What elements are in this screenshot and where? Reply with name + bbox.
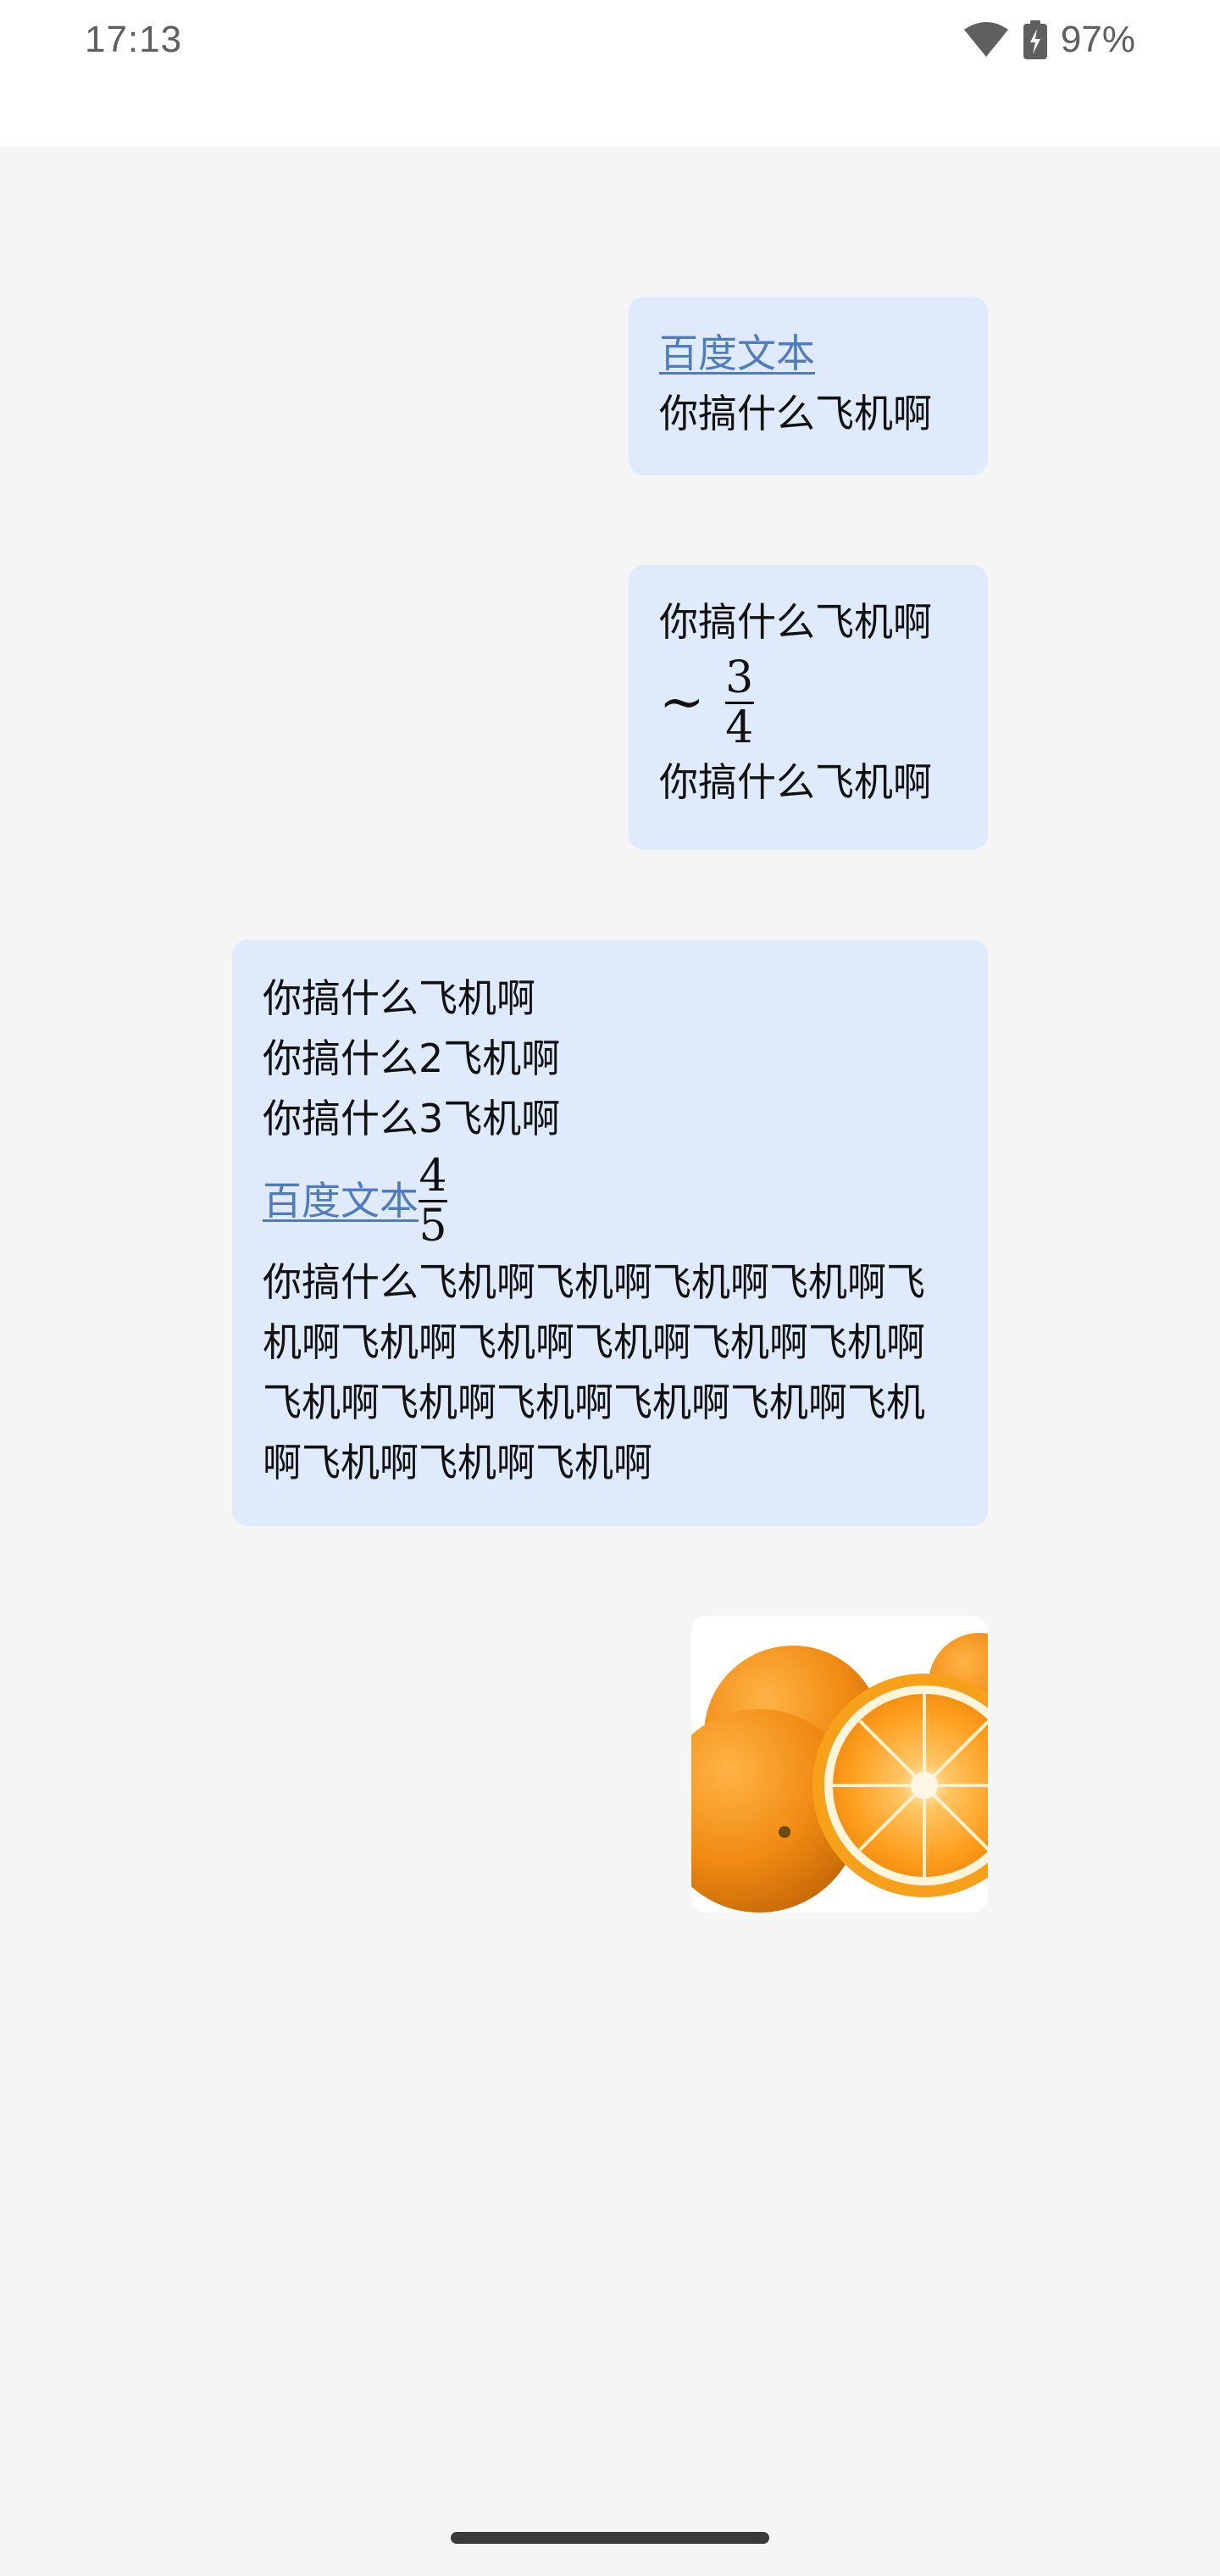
message-bubble[interactable]: 百度文本 你搞什么飞机啊 — [629, 297, 988, 475]
fraction-denominator: 5 — [419, 1200, 447, 1252]
tilde-symbol: ∼ — [659, 671, 705, 734]
home-indicator[interactable] — [451, 2532, 769, 2544]
status-time: 17:13 — [85, 19, 183, 60]
message-text: 你搞什么飞机啊 — [659, 599, 932, 645]
image-message[interactable] — [691, 1616, 988, 1913]
message-paragraph: 你搞什么飞机啊飞机啊飞机啊飞机啊飞机啊飞机啊飞机啊飞机啊飞机啊飞机啊飞机啊飞机啊… — [263, 1259, 925, 1485]
message-text: 你搞什么飞机啊 — [263, 975, 535, 1021]
fraction-denominator: 4 — [725, 702, 754, 753]
status-bar: 17:13 97% — [0, 0, 1220, 147]
message-bubble[interactable]: 你搞什么飞机啊 你搞什么2飞机啊 你搞什么3飞机啊 百度文本 4 5 你搞什么飞… — [232, 940, 988, 1526]
message-bubble[interactable]: 你搞什么飞机啊 ∼ 3 4 你搞什么飞机啊 — [629, 565, 988, 850]
link-text[interactable]: 百度文本 — [263, 1171, 419, 1231]
message-text: 你搞什么3飞机啊 — [263, 1096, 561, 1141]
message-text: 你搞什么飞机啊 — [659, 759, 932, 805]
fraction-numerator: 4 — [419, 1150, 447, 1202]
battery-percent: 97% — [1060, 19, 1135, 60]
message-text: 你搞什么飞机啊 — [659, 391, 932, 436]
message-text: 你搞什么2飞机啊 — [263, 1035, 561, 1081]
math-expression: ∼ 3 4 — [659, 652, 957, 752]
battery-charging-icon — [1023, 20, 1047, 59]
wifi-icon — [962, 21, 1010, 58]
link-text[interactable]: 百度文本 — [659, 330, 815, 376]
oranges-image[interactable] — [691, 1616, 988, 1913]
fraction-numerator: 3 — [725, 652, 754, 703]
message-link[interactable]: 百度文本 — [659, 324, 957, 384]
fraction: 4 5 — [419, 1154, 447, 1248]
link-with-fraction: 百度文本 4 5 — [263, 1149, 957, 1252]
status-icons: 97% — [962, 19, 1135, 61]
fraction: 3 4 — [724, 652, 754, 753]
